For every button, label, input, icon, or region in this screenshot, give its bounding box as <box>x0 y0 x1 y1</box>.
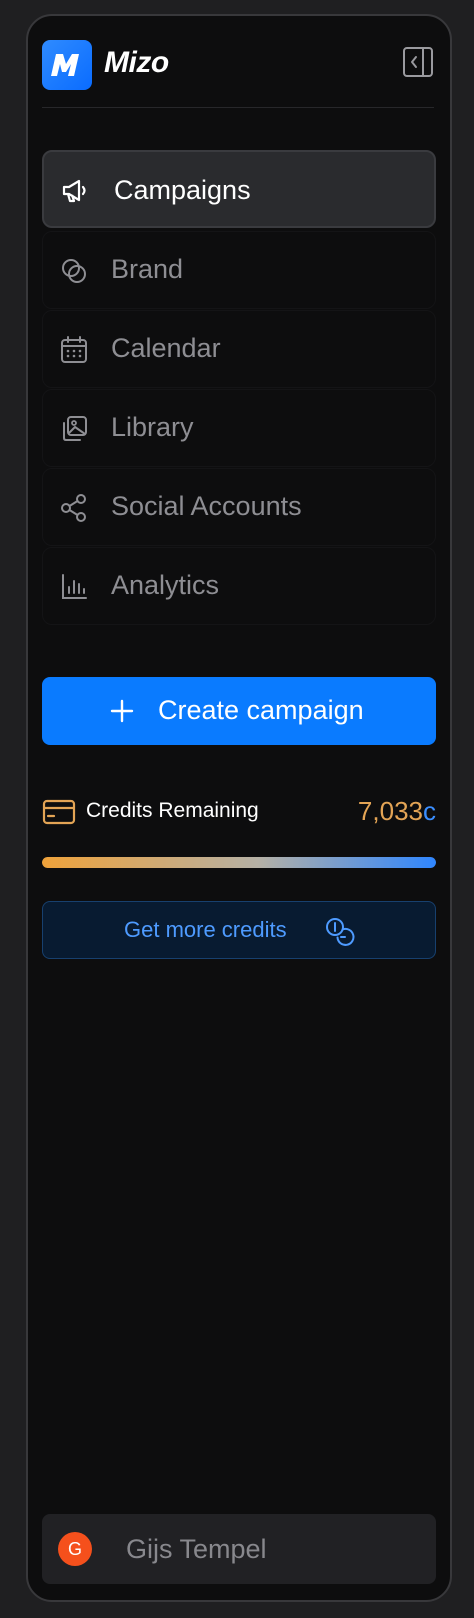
calendar-icon <box>59 335 89 365</box>
nav-label: Social Accounts <box>111 491 302 521</box>
mizo-logo-icon <box>42 40 92 90</box>
credits-unit: c <box>423 796 436 826</box>
nav-item-brand[interactable]: Brand <box>42 231 436 309</box>
collapse-sidebar-icon[interactable] <box>402 46 434 78</box>
nav-item-calendar[interactable]: Calendar <box>42 310 436 388</box>
nav-item-analytics[interactable]: Analytics <box>42 547 436 625</box>
plus-icon <box>110 699 134 723</box>
header-divider <box>42 107 434 108</box>
get-more-credits-button[interactable]: Get more credits <box>42 901 436 959</box>
credits-value: 7,033c <box>358 796 436 827</box>
nav-item-social-accounts[interactable]: Social Accounts <box>42 468 436 546</box>
share-nodes-icon <box>59 493 89 523</box>
nav-item-campaigns[interactable]: Campaigns <box>42 150 436 228</box>
nav-label: Library <box>111 412 194 442</box>
create-campaign-button[interactable]: Create campaign <box>42 677 436 745</box>
credits-row: Credits Remaining 7,033c <box>42 795 436 831</box>
nav-item-library[interactable]: Library <box>42 389 436 467</box>
nav-label: Brand <box>111 254 184 284</box>
nav-label: Campaigns <box>114 175 251 205</box>
credits-progress-bar <box>42 857 436 868</box>
bar-chart-icon <box>59 572 89 602</box>
nav-label: Calendar <box>111 333 221 363</box>
brand-name: Mizo <box>104 46 169 79</box>
create-campaign-label: Create campaign <box>158 695 364 725</box>
nav-label: Analytics <box>111 570 220 600</box>
avatar: G <box>58 1532 92 1566</box>
brand-circles-icon <box>59 256 89 286</box>
coins-icon <box>323 915 355 947</box>
credits-label: Credits Remaining <box>86 799 259 822</box>
sidebar-header: Mizo <box>42 38 434 92</box>
image-library-icon <box>59 414 89 444</box>
credit-card-icon <box>42 798 76 826</box>
user-name: Gijs Tempel <box>126 1534 267 1564</box>
megaphone-icon <box>60 176 90 206</box>
credits-number: 7,033 <box>357 796 423 826</box>
credits-progress-fill <box>42 857 436 868</box>
get-more-credits-label: Get more credits <box>124 917 287 942</box>
user-profile-button[interactable]: G Gijs Tempel <box>42 1514 436 1584</box>
